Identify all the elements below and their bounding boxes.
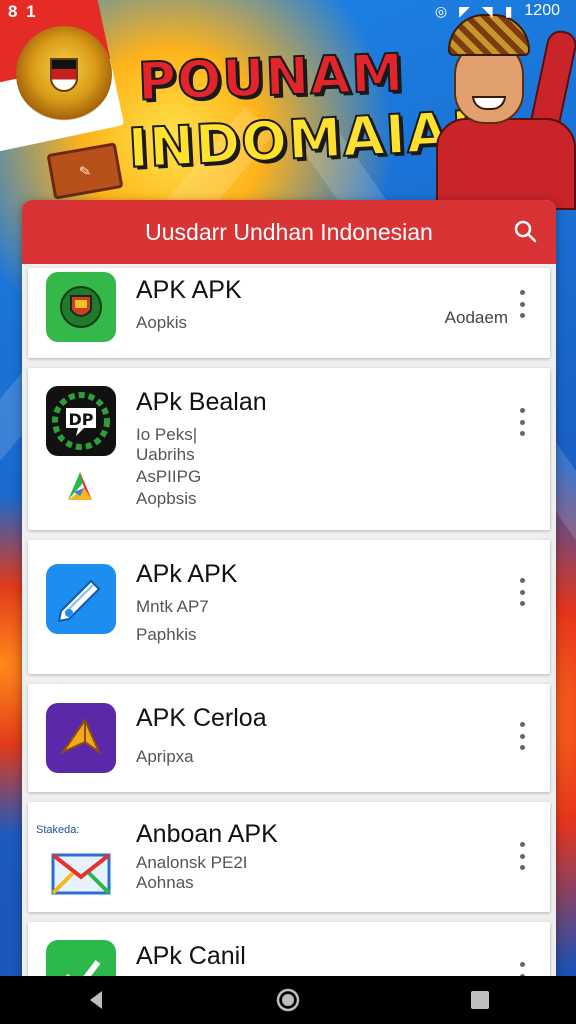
pencil-graphic [57,579,101,623]
svg-text:DP: DP [68,410,93,429]
app-card[interactable]: APK Cerloa Apripxa [28,684,550,792]
app-subtitle: Mntk AP7 [136,597,209,616]
status-bar: ◎ ◤ ◥ ▮ 1200 [435,2,560,20]
back-icon [90,991,102,1009]
app-list-panel: Uusdarr Undhan Indonesian APK APK Aopkis… [22,200,556,976]
app-subtitle: Aohnas [136,873,194,892]
mascot-jacket [436,118,576,210]
mascot-hat [448,14,530,56]
battery-icon: ▮ [504,2,513,19]
more-options-button[interactable] [512,722,532,750]
check-graphic [66,960,101,976]
app-name: APK APK [136,276,242,304]
app-card[interactable]: DP APk Bealan Io Peks| Uabrihs AsPIIPG A… [28,368,550,530]
wifi-icon: ◥ [481,2,493,19]
paper-plane-graphic [60,717,102,755]
location-icon: ◎ [434,2,448,19]
mascot-illustration [436,0,576,210]
status-left-text: 8 1 [8,2,38,21]
app-card[interactable]: APK APK Aopkis Aodaem [28,268,550,358]
signal-icon: ◤ [459,2,470,19]
app-name: APK Cerloa [136,704,267,732]
mail-graphic [51,853,111,895]
garuda-emblem-icon [16,26,112,122]
paper-plane-icon [46,703,116,773]
recents-button[interactable] [460,980,500,1020]
app-right-label: Aodaem [444,308,508,327]
toolbar-title: Uusdarr Undhan Indonesian [145,218,433,245]
app-card[interactable]: APk Canil [28,922,550,976]
app-subtitle: AsPIIPG [136,467,202,486]
emblem-shield [50,58,78,92]
search-button[interactable] [510,216,540,246]
badge-graphic: ✎ [46,142,124,200]
mail-icon [46,838,116,908]
search-icon [514,220,537,243]
app-name: APk Bealan [136,388,267,416]
more-options-button[interactable] [512,578,532,606]
app-subtitle: Apripxa [136,747,194,766]
shield-emblem-icon [46,272,116,342]
more-options-button[interactable] [512,842,532,870]
app-subtitle: Aopkis [136,313,188,332]
check-icon [46,940,116,976]
status-time: 1200 [524,2,560,19]
app-icon-caption: Stakeda: [36,824,80,836]
app-name: APk Canil [136,942,246,970]
dp-logo-icon: DP [46,386,116,456]
more-options-button[interactable] [512,290,532,318]
toolbar: Uusdarr Undhan Indonesian [22,200,556,264]
more-options-button[interactable] [512,962,532,976]
banner-title-line1: POUNAM [136,42,406,113]
home-icon [276,988,300,1012]
app-subtitle: Io Peks| [136,425,198,444]
home-button[interactable] [268,980,308,1020]
app-subtitle: Uabrihs [136,445,195,464]
app-subtitle: Aopbsis [136,489,197,508]
play-store-graphic [68,472,92,500]
app-card[interactable]: APk APK Mntk AP7 Paphkis [28,540,550,674]
app-name: Anboan APK [136,820,278,848]
back-button[interactable] [76,980,116,1020]
play-store-icon [60,466,100,506]
navigation-bar [0,976,576,1024]
shield-emblem-graphic [60,286,102,328]
pencil-icon [46,564,116,634]
app-subtitle: Paphkis [136,625,197,644]
more-options-button[interactable] [512,408,532,436]
recents-icon [471,991,489,1009]
app-name: APk APK [136,560,238,588]
app-subtitle: Analonsk PE2I [136,853,248,872]
app-card[interactable]: Stakeda: Anboan APK Analonsk PE2I Aohnas [28,802,550,912]
dp-logo-graphic: DP [52,392,110,450]
